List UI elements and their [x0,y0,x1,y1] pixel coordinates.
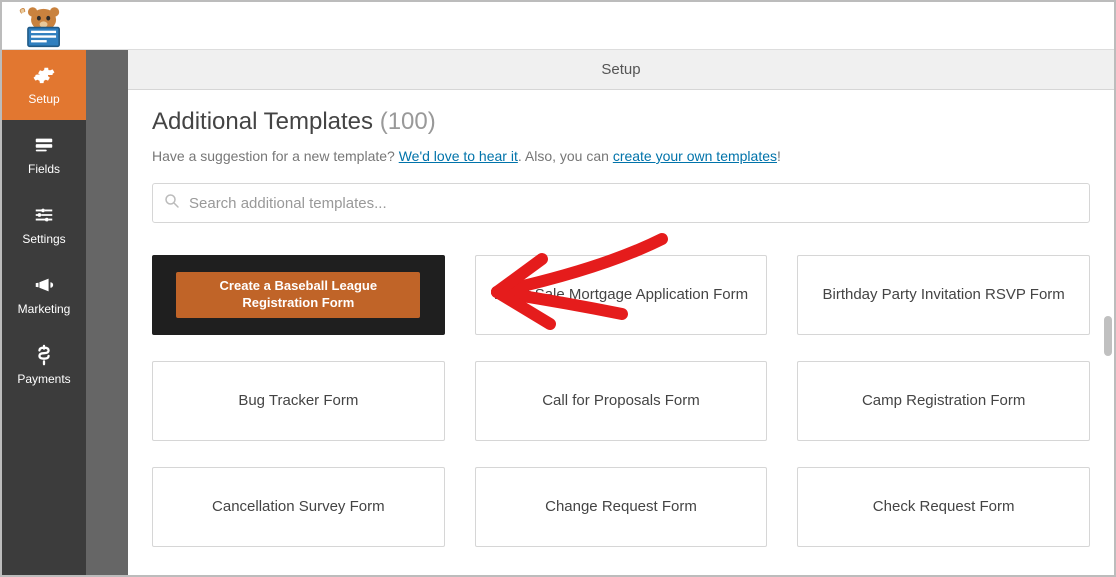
main-panel: Setup Additional Templates (100) Have a … [128,50,1114,575]
setup-panel: Additional Templates (100) Have a sugges… [128,90,1114,575]
templates-grid: Create a Baseball League Registration Fo… [152,255,1090,557]
template-card[interactable]: Change Request Form [475,467,768,547]
fields-icon [33,134,55,156]
section-subtext: Have a suggestion for a new template? We… [152,146,1090,167]
top-bar [2,2,1114,50]
link-suggest-template[interactable]: We'd love to hear it [399,148,518,164]
template-label: Change Request Form [545,497,697,517]
template-card[interactable]: Camp Registration Form [797,361,1090,441]
template-card[interactable]: Birthday Party Invitation RSVP Form [797,255,1090,335]
create-template-button[interactable]: Create a Baseball League Registration Fo… [176,272,420,317]
template-label: Bug Tracker Form [238,391,358,411]
template-card[interactable]: Bug Tracker Form [152,361,445,441]
search-input[interactable] [189,195,1079,212]
sidebar-label: Settings [22,232,65,246]
subtext-suffix: ! [777,148,781,164]
tab-setup[interactable]: Setup [128,50,1114,90]
section-heading: Additional Templates (100) [152,108,1090,136]
tab-label: Setup [601,61,640,78]
sidebar-label: Fields [28,162,60,176]
sidebar-label: Marketing [18,302,71,316]
template-search[interactable] [152,183,1090,223]
sliders-icon [33,204,55,226]
template-card[interactable]: Call for Proposals Form [475,361,768,441]
template-label: Bill of Sale Mortgage Application Form [494,285,748,305]
sidebar-item-marketing[interactable]: Marketing [2,260,86,330]
sidebar-item-settings[interactable]: Settings [2,190,86,260]
builder-sidebar: Setup Fields Settings Marketing Payments [2,50,86,575]
sidebar-item-payments[interactable]: Payments [2,330,86,400]
gear-icon [33,64,55,86]
template-label: Birthday Party Invitation RSVP Form [822,285,1064,305]
search-icon [163,192,189,215]
sidebar-item-setup[interactable]: Setup [2,50,86,120]
form-preview-gutter [86,50,128,575]
wpforms-logo-icon [17,1,67,51]
dollar-icon [33,344,55,366]
app-window: Setup Fields Settings Marketing Payments [0,0,1116,577]
heading-text: Additional Templates [152,108,373,135]
heading-count: (100) [380,108,436,135]
template-card-selected[interactable]: Create a Baseball League Registration Fo… [152,255,445,335]
template-label: Check Request Form [873,497,1015,517]
sidebar-label: Setup [28,92,59,106]
content-area: Setup Additional Templates (100) Have a … [86,50,1114,575]
template-card[interactable]: Bill of Sale Mortgage Application Form [475,255,768,335]
template-card[interactable]: Cancellation Survey Form [152,467,445,547]
sidebar-item-fields[interactable]: Fields [2,120,86,190]
template-card[interactable]: Check Request Form [797,467,1090,547]
subtext-prefix: Have a suggestion for a new template? [152,148,399,164]
template-label: Camp Registration Form [862,391,1025,411]
template-label: Cancellation Survey Form [212,497,385,517]
scrollbar-thumb[interactable] [1104,316,1112,356]
subtext-mid: . Also, you can [518,148,613,164]
sidebar-label: Payments [17,372,70,386]
template-label: Create a Baseball League Registration Fo… [186,278,410,312]
link-create-own-template[interactable]: create your own templates [613,148,777,164]
megaphone-icon [33,274,55,296]
template-label: Call for Proposals Form [542,391,700,411]
